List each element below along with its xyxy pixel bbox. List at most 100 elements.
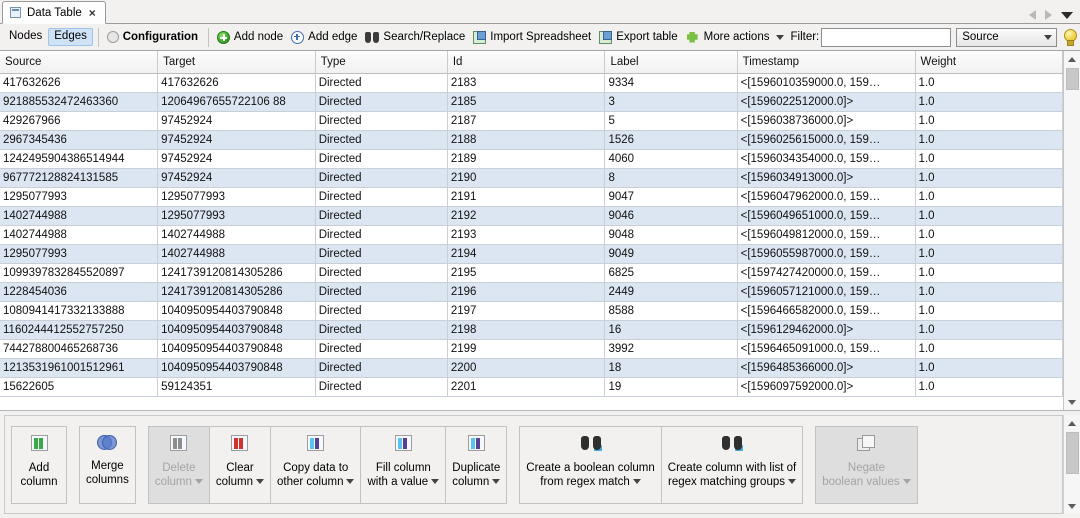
cell-id[interactable]: 2192 (447, 206, 605, 225)
toggle-edges[interactable]: Edges (48, 28, 93, 47)
cell-id[interactable]: 2188 (447, 130, 605, 149)
cell-type[interactable]: Directed (315, 244, 447, 263)
table-row[interactable]: 124249590438651494497452924Directed21894… (0, 149, 1063, 168)
cell-label[interactable]: 4060 (605, 149, 737, 168)
table-row[interactable]: 14027449881295077993Directed21929046<[15… (0, 206, 1063, 225)
column-header-id[interactable]: Id (447, 51, 605, 73)
cell-source[interactable]: 1080941417332133888 (0, 301, 158, 320)
cell-type[interactable]: Directed (315, 130, 447, 149)
cell-label[interactable]: 6825 (605, 263, 737, 282)
cell-type[interactable]: Directed (315, 339, 447, 358)
cell-weight[interactable]: 1.0 (915, 301, 1062, 320)
cell-timestamp[interactable]: <[1596049651000.0, 159… (737, 206, 915, 225)
table-row[interactable]: 96777212882413158597452924Directed21908<… (0, 168, 1063, 187)
cell-type[interactable]: Directed (315, 168, 447, 187)
cell-type[interactable]: Directed (315, 111, 447, 130)
cell-target[interactable]: 1241739120814305286 (158, 282, 316, 301)
cell-id[interactable]: 2199 (447, 339, 605, 358)
scroll-down-button[interactable] (1064, 498, 1080, 514)
cell-source[interactable]: 1402744988 (0, 206, 158, 225)
cell-id[interactable]: 2183 (447, 73, 605, 92)
cell-id[interactable]: 2189 (447, 149, 605, 168)
cell-source[interactable]: 921885532472463360 (0, 92, 158, 111)
duplicate-column-button[interactable]: Duplicatecolumn (446, 426, 507, 504)
cell-target[interactable]: 97452924 (158, 111, 316, 130)
tab-data-table[interactable]: Data Table × (2, 1, 106, 24)
cell-source[interactable]: 1160244412552757250 (0, 320, 158, 339)
cell-id[interactable]: 2198 (447, 320, 605, 339)
column-header-type[interactable]: Type (315, 51, 447, 73)
cell-target[interactable]: 1040950954403790848 (158, 320, 316, 339)
table-row[interactable]: 14027449881402744988Directed21939048<[15… (0, 225, 1063, 244)
cell-label[interactable]: 19 (605, 377, 737, 396)
cell-type[interactable]: Directed (315, 206, 447, 225)
cell-weight[interactable]: 1.0 (915, 168, 1062, 187)
cell-source[interactable]: 744278800465268736 (0, 339, 158, 358)
cell-weight[interactable]: 1.0 (915, 111, 1062, 130)
clear-column-button[interactable]: Clearcolumn (210, 426, 271, 504)
cell-target[interactable]: 1402744988 (158, 244, 316, 263)
column-header-timestamp[interactable]: Timestamp (737, 51, 915, 73)
cell-weight[interactable]: 1.0 (915, 339, 1062, 358)
cell-weight[interactable]: 1.0 (915, 225, 1062, 244)
cell-weight[interactable]: 1.0 (915, 377, 1062, 396)
table-row[interactable]: 1562260559124351Directed220119<[15960975… (0, 377, 1063, 396)
create-column-with-list-of-regex-matching-groups-button[interactable]: Create column with list ofregex matching… (662, 426, 803, 504)
cell-timestamp[interactable]: <[1596465091000.0, 159… (737, 339, 915, 358)
cell-target[interactable]: 1241739120814305286 (158, 263, 316, 282)
cell-id[interactable]: 2191 (447, 187, 605, 206)
export-table-button[interactable]: Export table (596, 29, 682, 46)
cell-timestamp[interactable]: <[1596057121000.0, 159… (737, 282, 915, 301)
table-row[interactable]: 12950779931402744988Directed21949049<[15… (0, 244, 1063, 263)
table-row[interactable]: 92188553247246336012064967655722106 88Di… (0, 92, 1063, 111)
cell-timestamp[interactable]: <[1596025615000.0, 159… (737, 130, 915, 149)
cell-source[interactable]: 417632626 (0, 73, 158, 92)
cell-timestamp[interactable]: <[1596055987000.0, 159… (737, 244, 915, 263)
table-row[interactable]: 296734543697452924Directed21881526<[1596… (0, 130, 1063, 149)
table-row[interactable]: 417632626417632626Directed21839334<[1596… (0, 73, 1063, 92)
cell-source[interactable]: 1295077993 (0, 187, 158, 206)
cell-weight[interactable]: 1.0 (915, 149, 1062, 168)
cell-label[interactable]: 18 (605, 358, 737, 377)
table-row[interactable]: 10993978328455208971241739120814305286Di… (0, 263, 1063, 282)
cell-type[interactable]: Directed (315, 149, 447, 168)
column-header-label[interactable]: Label (605, 51, 737, 73)
toggle-nodes[interactable]: Nodes (3, 28, 48, 47)
cell-type[interactable]: Directed (315, 225, 447, 244)
cell-label[interactable]: 5 (605, 111, 737, 130)
filter-input[interactable] (821, 28, 951, 47)
cell-id[interactable]: 2194 (447, 244, 605, 263)
scrollbar-thumb[interactable] (1066, 432, 1079, 474)
cell-timestamp[interactable]: <[1597427420000.0, 159… (737, 263, 915, 282)
cell-timestamp[interactable]: <[1596049812000.0, 159… (737, 225, 915, 244)
cell-label[interactable]: 9334 (605, 73, 737, 92)
cell-type[interactable]: Directed (315, 301, 447, 320)
chevron-down-icon[interactable] (431, 479, 439, 484)
fill-column-with-a-value-button[interactable]: Fill columnwith a value (361, 426, 446, 504)
more-actions-button[interactable]: More actions (683, 29, 775, 46)
cell-timestamp[interactable]: <[1596047962000.0, 159… (737, 187, 915, 206)
cell-label[interactable]: 1526 (605, 130, 737, 149)
table-row[interactable]: 42926796697452924Directed21875<[15960387… (0, 111, 1063, 130)
cell-source[interactable]: 1213531961001512961 (0, 358, 158, 377)
create-boolean-column-from-regex-match-button[interactable]: Create a boolean columnfrom regex match (519, 426, 662, 504)
column-header-weight[interactable]: Weight (915, 51, 1062, 73)
cell-weight[interactable]: 1.0 (915, 206, 1062, 225)
cell-source[interactable]: 1099397832845520897 (0, 263, 158, 282)
chevron-down-icon[interactable] (776, 35, 784, 40)
cell-target[interactable]: 1295077993 (158, 187, 316, 206)
cell-timestamp[interactable]: <[1596466582000.0, 159… (737, 301, 915, 320)
cell-source[interactable]: 1242495904386514944 (0, 149, 158, 168)
cell-timestamp[interactable]: <[1596129462000.0]> (737, 320, 915, 339)
import-spreadsheet-button[interactable]: Import Spreadsheet (470, 29, 596, 46)
cell-target[interactable]: 97452924 (158, 130, 316, 149)
cell-weight[interactable]: 1.0 (915, 187, 1062, 206)
column-header-target[interactable]: Target (158, 51, 316, 73)
scroll-tabs-right-icon[interactable] (1045, 10, 1052, 20)
column-header-source[interactable]: Source (0, 51, 158, 73)
scrollbar-thumb[interactable] (1066, 68, 1079, 90)
cell-weight[interactable]: 1.0 (915, 73, 1062, 92)
chevron-down-icon[interactable] (256, 479, 264, 484)
table-row[interactable]: 10809414173321338881040950954403790848Di… (0, 301, 1063, 320)
tab-list-dropdown-icon[interactable] (1061, 12, 1073, 19)
